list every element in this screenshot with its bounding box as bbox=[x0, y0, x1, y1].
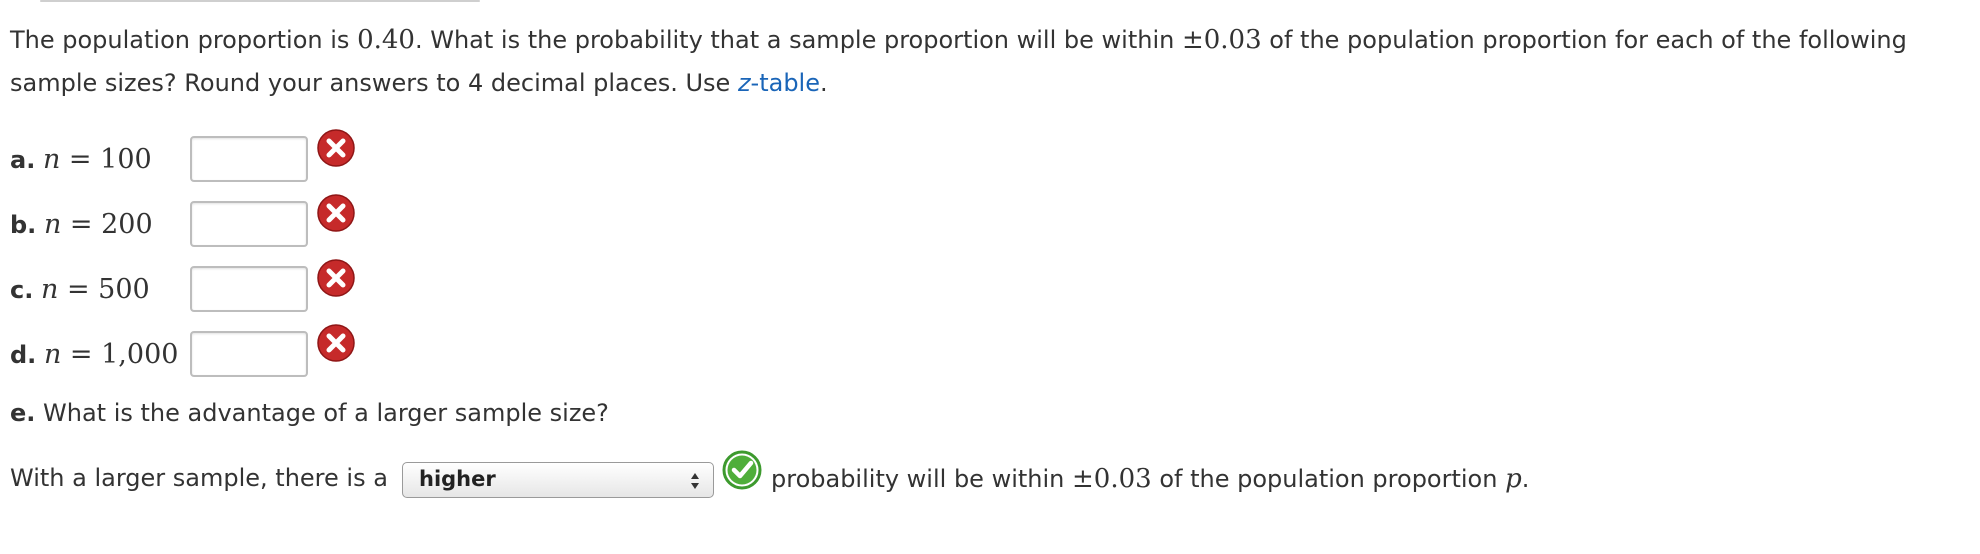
part-a-answer-input[interactable] bbox=[190, 136, 308, 182]
probability-dropdown[interactable]: higher bbox=[402, 462, 714, 498]
part-c-label: c. n = 500 bbox=[10, 274, 150, 305]
question-text: The population proportion is 0.40. What … bbox=[10, 25, 1907, 97]
part-b-label: b. n = 200 bbox=[10, 209, 153, 240]
z-table-link[interactable]: z-table bbox=[738, 69, 820, 97]
part-d-row: d. n = 1,000 bbox=[10, 324, 370, 379]
sentence-suffix: probability will be within ±0.03 of the … bbox=[771, 464, 1530, 494]
part-a-label: a. n = 100 bbox=[10, 144, 152, 175]
part-c-answer-input[interactable] bbox=[190, 266, 308, 312]
incorrect-x-icon bbox=[317, 194, 355, 232]
margin-value: ±0.03 bbox=[1181, 25, 1262, 55]
answer-sentence: With a larger sample, there is a higher … bbox=[10, 450, 1970, 504]
part-b-row: b. n = 200 bbox=[10, 194, 370, 249]
top-divider bbox=[40, 0, 480, 2]
sentence-prefix: With a larger sample, there is a bbox=[10, 464, 388, 492]
part-d-answer-input[interactable] bbox=[190, 331, 308, 377]
incorrect-x-icon bbox=[317, 129, 355, 167]
population-proportion: 0.40 bbox=[357, 25, 415, 55]
correct-check-icon bbox=[722, 450, 762, 490]
incorrect-x-icon bbox=[317, 324, 355, 362]
dropdown-arrows-icon bbox=[691, 473, 699, 489]
part-d-label: d. n = 1,000 bbox=[10, 339, 179, 370]
dropdown-selected-value: higher bbox=[419, 467, 496, 491]
part-c-row: c. n = 500 bbox=[10, 259, 370, 314]
incorrect-x-icon bbox=[317, 259, 355, 297]
part-b-answer-input[interactable] bbox=[190, 201, 308, 247]
part-e-question: e. What is the advantage of a larger sam… bbox=[10, 399, 609, 427]
part-a-row: a. n = 100 bbox=[10, 129, 370, 184]
